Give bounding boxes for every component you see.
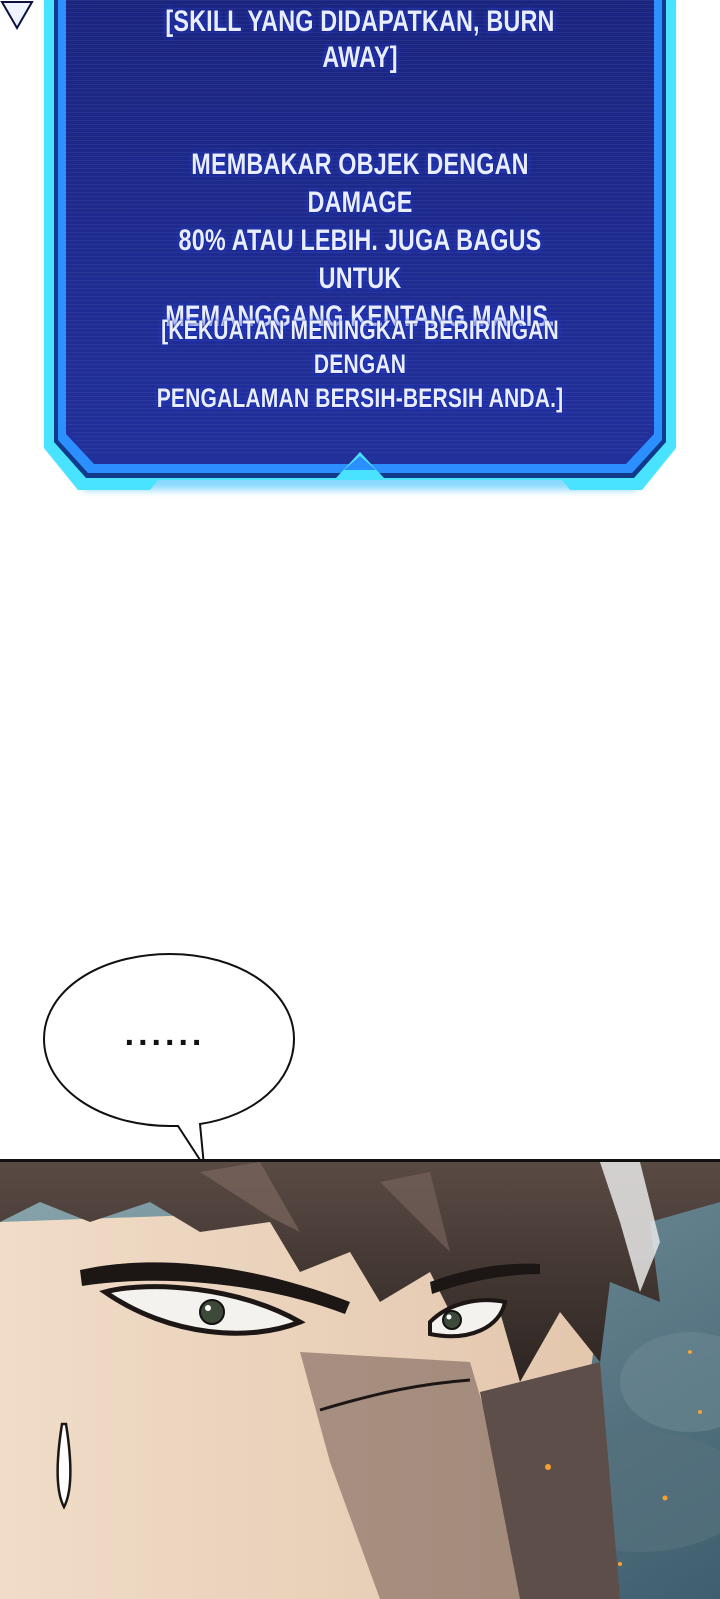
triangle-down-icon	[0, 1, 34, 30]
skill-description-line: MEMBAKAR OBJEK DENGAN DAMAGE	[191, 148, 529, 219]
skill-title: [SKILL YANG DIDAPATKAN, BURN AWAY]	[165, 5, 555, 74]
skill-description-line: 80% ATAU LEBIH. JUGA BAGUS UNTUK	[178, 224, 542, 295]
speech-bubble	[42, 952, 296, 1167]
skill-description: MEMBAKAR OBJEK DENGAN DAMAGE 80% ATAU LE…	[149, 146, 570, 336]
skill-note-line: PENGALAMAN BERSIH-BERSIH ANDA.]	[156, 383, 564, 413]
system-window: [SKILL YANG DIDAPATKAN, BURN AWAY] MEMBA…	[0, 0, 720, 505]
skill-note-line: [KEKUATAN MENINGKAT BERIRINGAN DENGAN	[161, 315, 559, 379]
speech-bubble-text: ......	[124, 1015, 206, 1053]
character-panel	[0, 1159, 720, 1599]
character-face-illustration	[0, 1162, 720, 1599]
skill-note: [KEKUATAN MENINGKAT BERIRINGAN DENGAN PE…	[149, 313, 570, 415]
